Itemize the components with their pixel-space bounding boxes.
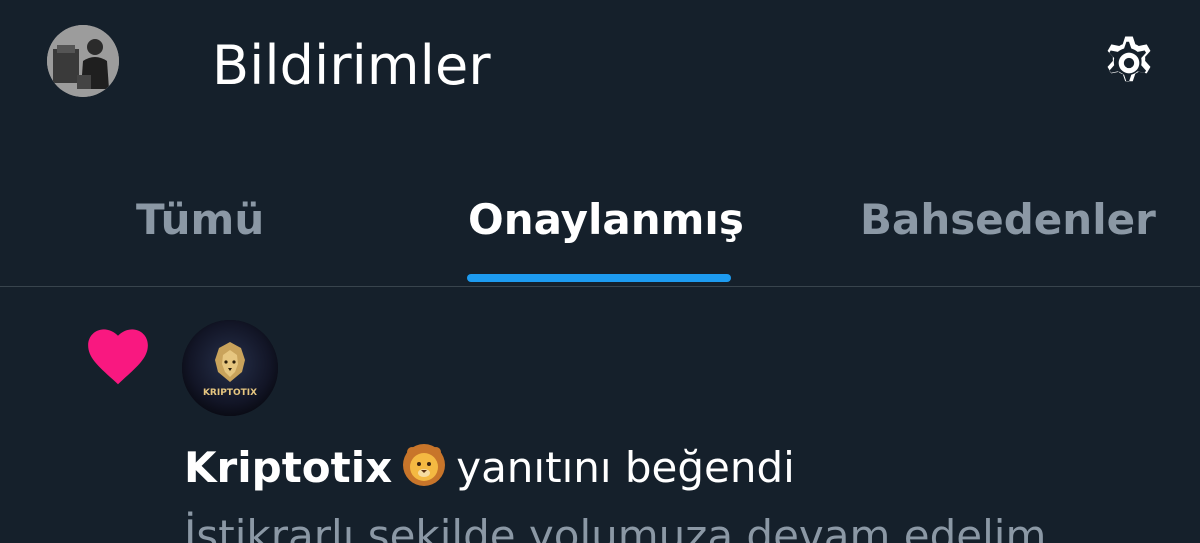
avatar-wordmark: KRIPTOTIX [203,388,257,398]
avatar[interactable] [47,25,119,97]
tab-mentions-label: Bahsedenler [860,195,1156,244]
heart-icon [88,329,148,385]
settings-button[interactable] [1096,30,1162,96]
tab-mentions[interactable]: Bahsedenler [800,170,1200,286]
gear-icon [1107,36,1151,82]
page-title: Bildirimler [212,34,491,97]
notification-tabs: Tümü Onaylanmış Bahsedenler [0,170,1200,287]
tab-verified[interactable]: Onaylanmış [400,170,800,286]
notification-action: yanıtını beğendi [456,443,795,492]
lion-face-emoji-icon [403,444,446,486]
user-name[interactable]: Kriptotix [184,443,392,492]
notifications-screen: Bildirimler Tümü Onaylanmış Bahsedenler [0,0,1200,543]
profile-photo-icon [47,25,119,97]
notification-text: Kriptotix yanıtını beğendi [184,440,795,496]
tab-all[interactable]: Tümü [0,170,400,286]
user-avatar[interactable]: KRIPTOTIX [182,320,278,416]
active-tab-indicator [467,274,731,282]
tab-all-label: Tümü [136,195,265,244]
tab-verified-label: Onaylanmış [468,195,744,244]
tweet-preview[interactable]: İstikrarlı şekilde yolumuza devam edelim [184,508,1046,543]
